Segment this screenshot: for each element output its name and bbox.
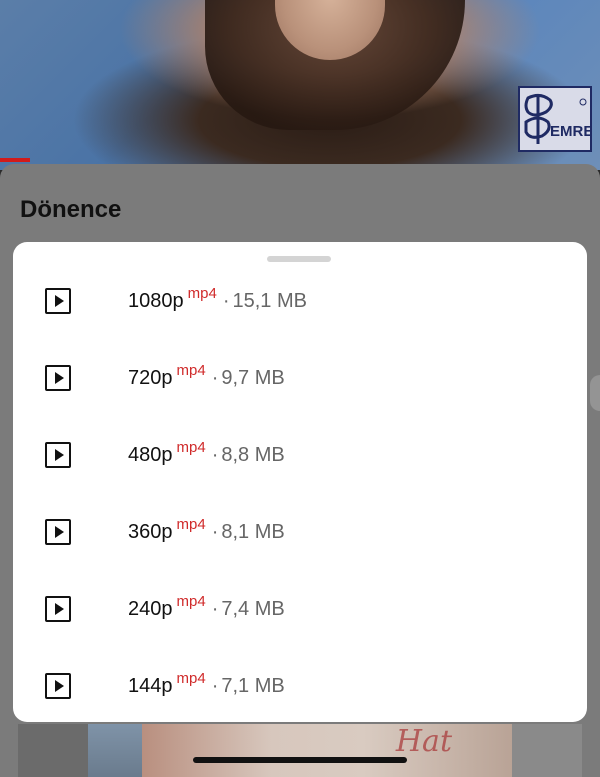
home-indicator[interactable] [193, 757, 407, 763]
format-size: 9,7 MB [221, 367, 285, 389]
format-separator: · [211, 598, 219, 620]
format-size: 15,1 MB [232, 290, 307, 312]
format-option-144p[interactable]: 144p mp4 · 7,1 MB [13, 627, 587, 699]
format-option-720p[interactable]: 720p mp4 · 9,7 MB [13, 319, 587, 391]
format-extension: mp4 [176, 516, 206, 533]
format-label: 480p mp4 · 8,8 MB [128, 439, 285, 467]
format-size: 8,8 MB [221, 444, 285, 466]
play-box-icon [45, 519, 71, 545]
thumbnail-right[interactable] [512, 724, 582, 777]
thumbnail-left[interactable] [88, 724, 142, 777]
channel-logo: EMRE [518, 86, 592, 152]
format-option-480p[interactable]: 480p mp4 · 8,8 MB [13, 396, 587, 468]
format-separator: · [211, 675, 219, 697]
format-separator: · [211, 444, 219, 466]
format-picker-sheet: 1080p mp4 · 15,1 MB 720p mp4 · 9,7 MB 480p mp4 ·… [13, 242, 587, 722]
format-separator: · [211, 521, 219, 543]
format-label: 720p mp4 · 9,7 MB [128, 362, 285, 390]
format-size: 7,1 MB [221, 675, 285, 697]
format-extension: mp4 [176, 439, 206, 456]
format-option-240p[interactable]: 240p mp4 · 7,4 MB [13, 550, 587, 622]
play-box-icon [45, 442, 71, 468]
format-option-360p[interactable]: 360p mp4 · 8,1 MB [13, 473, 587, 545]
side-handle [590, 375, 600, 411]
format-resolution: 360p [128, 521, 173, 543]
format-resolution: 144p [128, 675, 173, 697]
video-player[interactable] [0, 0, 600, 170]
thumbnail-script-decoration: Hat [395, 724, 452, 759]
format-label: 144p mp4 · 7,1 MB [128, 670, 285, 698]
format-separator: · [211, 367, 219, 389]
format-separator: · [222, 290, 230, 312]
format-label: 360p mp4 · 8,1 MB [128, 516, 285, 544]
format-resolution: 720p [128, 367, 173, 389]
format-size: 7,4 MB [221, 598, 285, 620]
play-box-icon [45, 365, 71, 391]
format-label: 240p mp4 · 7,4 MB [128, 593, 285, 621]
format-extension: mp4 [176, 670, 206, 687]
format-option-1080p[interactable]: 1080p mp4 · 15,1 MB [13, 242, 587, 314]
format-extension: mp4 [176, 362, 206, 379]
format-size: 8,1 MB [221, 521, 285, 543]
thumbnail-middle[interactable]: Hat [142, 724, 512, 777]
play-box-icon [45, 596, 71, 622]
play-box-icon [45, 288, 71, 314]
play-box-icon [45, 673, 71, 699]
emre-logo-icon: EMRE [524, 93, 590, 144]
format-resolution: 240p [128, 598, 173, 620]
video-progress-bar[interactable] [0, 158, 30, 162]
format-resolution: 1080p [128, 290, 184, 312]
format-extension: mp4 [176, 593, 206, 610]
format-extension: mp4 [187, 285, 217, 302]
format-label: 1080p mp4 · 15,1 MB [128, 285, 307, 313]
svg-text:EMRE: EMRE [550, 123, 590, 140]
sheet-title: Dönence [20, 196, 122, 223]
format-resolution: 480p [128, 444, 173, 466]
